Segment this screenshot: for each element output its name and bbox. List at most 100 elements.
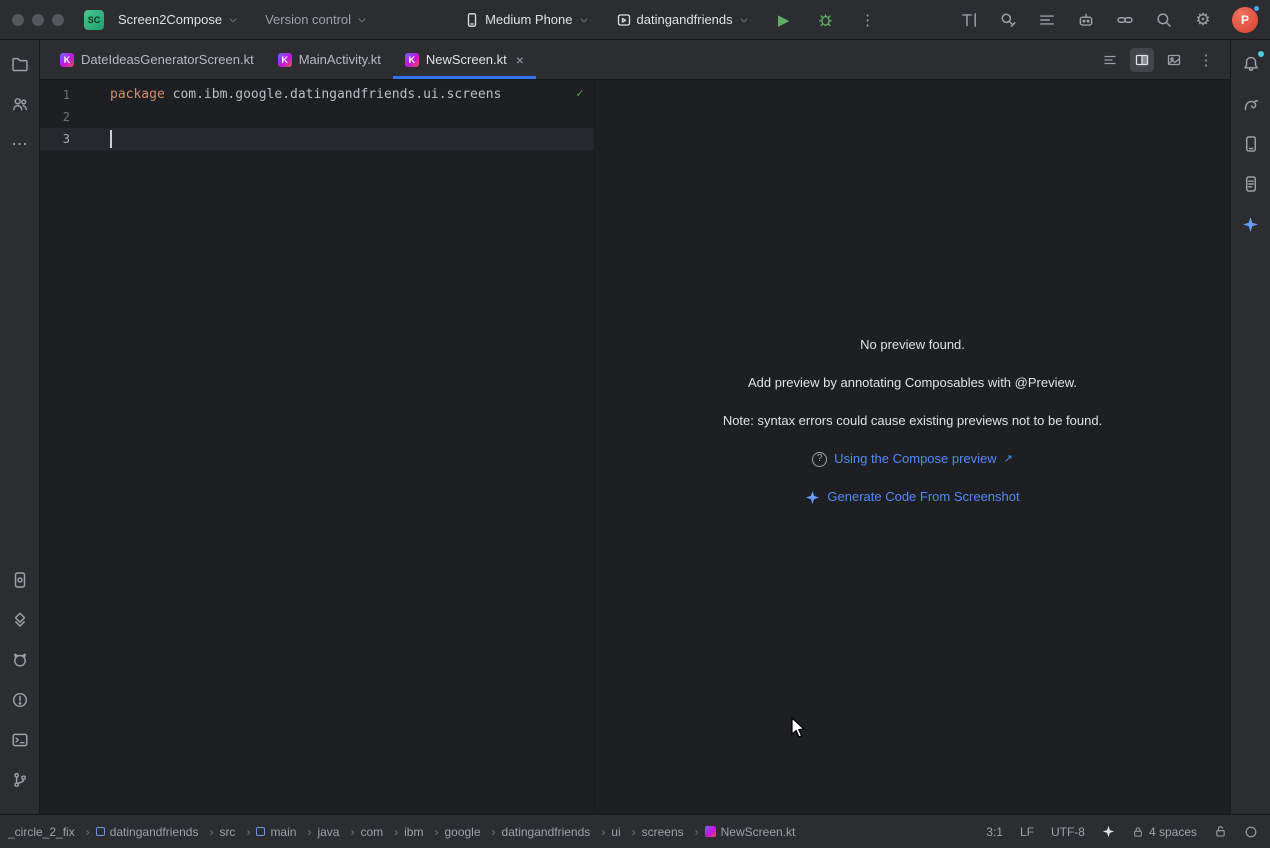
run-button[interactable]: ▶ xyxy=(770,6,798,34)
design-view-button[interactable] xyxy=(1162,48,1186,72)
line-ending-widget[interactable]: LF xyxy=(1020,825,1034,839)
device-explorer-tool-button[interactable] xyxy=(1237,170,1265,198)
gradle-elephant-icon xyxy=(1242,95,1260,113)
gradle-tool-button[interactable] xyxy=(1237,90,1265,118)
profile-avatar[interactable]: P xyxy=(1232,7,1258,33)
unlock-icon xyxy=(1214,825,1227,838)
tab-label: MainActivity.kt xyxy=(299,52,381,67)
android-studio-window: { "titlebar": { "project_icon_text": "SC… xyxy=(0,0,1270,848)
breadcrumb-item[interactable]: datingandfriends xyxy=(96,825,220,839)
version-control-tool-button[interactable] xyxy=(6,766,34,794)
generate-code-from-screenshot-link[interactable]: Generate Code From Screenshot xyxy=(805,488,1019,506)
code-view-icon xyxy=(1102,52,1118,68)
terminal-icon xyxy=(11,731,29,749)
breadcrumb: _circle_2_fix datingandfriends src main … xyxy=(8,825,986,839)
more-tool-windows-button[interactable]: ⋯ xyxy=(6,130,34,158)
right-tool-stripe xyxy=(1230,40,1270,814)
editor-line-current: 3 xyxy=(40,128,594,150)
status-widgets: 3:1 LF UTF-8 4 spaces xyxy=(986,825,1258,839)
breadcrumb-item[interactable]: com xyxy=(360,825,404,839)
breadcrumb-item[interactable]: screens xyxy=(642,825,705,839)
line-number: 2 xyxy=(40,106,70,128)
tab-label: NewScreen.kt xyxy=(426,52,507,67)
chevron-down-icon xyxy=(356,14,368,26)
chevron-down-icon xyxy=(227,14,239,26)
running-devices-tool-button[interactable] xyxy=(1237,130,1265,158)
compose-preview-docs-link[interactable]: ? Using the Compose preview ↗ xyxy=(812,450,1013,468)
cat-icon xyxy=(11,651,29,669)
close-tab-icon[interactable]: × xyxy=(516,52,524,68)
debug-button[interactable] xyxy=(812,6,840,34)
breadcrumb-item[interactable]: google xyxy=(444,825,501,839)
breadcrumb-item[interactable]: _circle_2_fix xyxy=(8,825,96,839)
gemini-star-icon xyxy=(1242,216,1259,233)
notifications-tool-button[interactable] xyxy=(1237,50,1265,78)
app-module-icon xyxy=(616,12,632,28)
device-explorer-icon xyxy=(1242,175,1260,193)
code-editor[interactable]: 1 package com.ibm.google.datingandfriend… xyxy=(40,80,595,814)
split-view-button[interactable] xyxy=(1130,48,1154,72)
run-configuration-label: datingandfriends xyxy=(637,12,733,27)
breadcrumb-item[interactable]: ibm xyxy=(404,825,444,839)
ai-assistant-button[interactable] xyxy=(1072,6,1100,34)
code-view-button[interactable] xyxy=(1098,48,1122,72)
list-lines-icon xyxy=(1038,11,1056,29)
terminal-tool-button[interactable] xyxy=(6,726,34,754)
left-tool-stripe: ⋯ xyxy=(0,40,40,814)
chevron-down-icon xyxy=(738,14,750,26)
search-replace-button[interactable] xyxy=(994,6,1022,34)
logcat-tool-button[interactable] xyxy=(6,646,34,674)
editor-center: K DateIdeasGeneratorScreen.kt K MainActi… xyxy=(40,40,1230,814)
close-window-button[interactable] xyxy=(12,14,24,26)
problems-tool-button[interactable] xyxy=(6,686,34,714)
device-link-button[interactable] xyxy=(1111,6,1139,34)
run-toolbar: Medium Phone datingandfriends ▶ ⋮ xyxy=(458,6,882,34)
question-icon: ? xyxy=(812,452,827,467)
tab-mainactivity[interactable]: K MainActivity.kt xyxy=(266,40,393,79)
project-menu[interactable]: Screen2Compose xyxy=(112,8,245,31)
ide-status-button[interactable] xyxy=(1244,825,1258,839)
settings-button[interactable]: ⚙ xyxy=(1189,6,1217,34)
gemini-tool-button[interactable] xyxy=(1237,210,1265,238)
more-actions-button[interactable]: ⋮ xyxy=(854,6,882,34)
toolbar-right: ⚙ P xyxy=(955,6,1258,34)
breadcrumb-item[interactable]: java xyxy=(317,825,360,839)
people-icon xyxy=(11,95,29,113)
tab-dateideasgeneratorscreen[interactable]: K DateIdeasGeneratorScreen.kt xyxy=(48,40,266,79)
editor-line: 2 xyxy=(40,106,594,128)
tab-options-button[interactable]: ⋮ xyxy=(1194,48,1218,72)
search-everywhere-button[interactable] xyxy=(1150,6,1178,34)
gemini-status-button[interactable] xyxy=(1102,825,1115,838)
avatar-initial: P xyxy=(1241,13,1249,27)
preview-title: No preview found. xyxy=(860,336,965,354)
zoom-window-button[interactable] xyxy=(52,14,64,26)
pull-requests-tool-button[interactable] xyxy=(6,90,34,118)
breadcrumb-item[interactable]: ui xyxy=(611,825,641,839)
search-edit-icon xyxy=(999,11,1017,29)
minimize-window-button[interactable] xyxy=(32,14,44,26)
version-control-label: Version control xyxy=(265,12,351,27)
cursor-position-widget[interactable]: 3:1 xyxy=(986,825,1003,839)
version-control-menu[interactable]: Version control xyxy=(259,8,374,31)
window-controls xyxy=(12,14,64,26)
device-manager-tool-button[interactable] xyxy=(6,566,34,594)
breadcrumb-item[interactable]: datingandfriends xyxy=(502,825,612,839)
encoding-widget[interactable]: UTF-8 xyxy=(1051,825,1085,839)
build-variants-tool-button[interactable] xyxy=(6,606,34,634)
breadcrumb-item[interactable]: main xyxy=(256,825,317,839)
module-icon xyxy=(256,827,265,836)
run-configuration-selector[interactable]: datingandfriends xyxy=(610,8,756,32)
breadcrumb-item-file[interactable]: NewScreen.kt xyxy=(705,825,796,839)
structure-button[interactable] xyxy=(1033,6,1061,34)
project-tool-button[interactable] xyxy=(6,50,34,78)
readonly-toggle[interactable] xyxy=(1214,825,1227,838)
layers-diamond-icon xyxy=(11,611,29,629)
indent-widget[interactable]: 4 spaces xyxy=(1132,825,1197,839)
device-selector[interactable]: Medium Phone xyxy=(458,8,595,32)
text-cursor-tool-button[interactable] xyxy=(955,6,983,34)
breadcrumb-item[interactable]: src xyxy=(219,825,256,839)
inspections-ok-icon[interactable]: ✓ xyxy=(576,86,584,101)
tab-newscreen[interactable]: K NewScreen.kt × xyxy=(393,40,536,79)
text-cursor-icon xyxy=(960,11,978,29)
project-logo-icon: SC xyxy=(84,10,104,30)
